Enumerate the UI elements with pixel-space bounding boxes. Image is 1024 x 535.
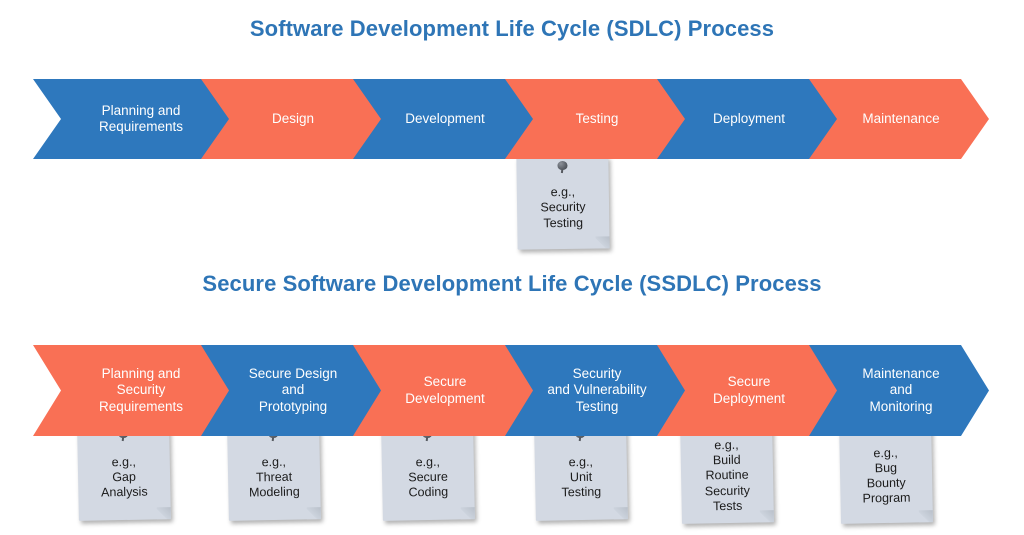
ssdlc-stage-label: Secure Deployment [712,374,786,406]
note-text: e.g., Secure Coding [408,454,449,500]
ssdlc-stage-row: Planning and Security Requirements Secure … [0,345,1024,436]
ssdlc-note-secure-coding: e.g., Secure Coding [381,424,475,521]
sdlc-stage-row: Planning and Requirements Design Developm… [0,79,1024,159]
ssdlc-stage-label: Planning and Security Requirements [98,365,184,414]
ssdlc-stage-label: Secure Development [405,374,485,406]
ssdlc-process-title: Secure Software Development Life Cycle (… [202,271,822,296]
ssdlc-stage-planning-and-security-requirements[interactable]: Planning and Security Requirements [33,345,229,436]
sdlc-stage-label: Design [271,110,315,126]
sdlc-note-security-testing: e.g., Security Testing [516,156,610,250]
ssdlc-stage-label: Maintenance and Monitoring [862,365,940,414]
sdlc-stage-label: Planning and Requirements [98,102,184,134]
sdlc-stage-planning-and-requirements[interactable]: Planning and Requirements [33,79,229,159]
note-text: e.g., Build Routine Security Tests [704,437,751,514]
note-text: e.g., Security Testing [540,184,586,230]
sdlc-process-title: Software Development Life Cycle (SDLC) P… [249,16,775,41]
ssdlc-note-threat-modeling: e.g., Threat Modeling [227,424,321,521]
note-text: e.g., Bug Bounty Program [862,445,911,506]
pushpin-icon [557,160,568,174]
ssdlc-note-unit-testing: e.g., Unit Testing [534,424,628,521]
note-text: e.g., Threat Modeling [248,454,300,500]
ssdlc-note-gap-analysis: e.g., Gap Analysis [77,424,171,521]
ssdlc-stage-label: Security and Vulnerability Testing [547,365,647,414]
note-text: e.g., Gap Analysis [100,454,148,500]
sdlc-stage-label: Maintenance [862,110,940,126]
ssdlc-stage-label: Secure Design and Prototyping [248,365,338,414]
sdlc-diagram-canvas: Software Development Life Cycle (SDLC) P… [0,0,1024,535]
note-text: e.g., Unit Testing [561,454,602,500]
sdlc-stage-label: Deployment [712,110,786,126]
sdlc-stage-label: Testing [575,110,619,126]
sdlc-stage-label: Development [405,110,485,126]
